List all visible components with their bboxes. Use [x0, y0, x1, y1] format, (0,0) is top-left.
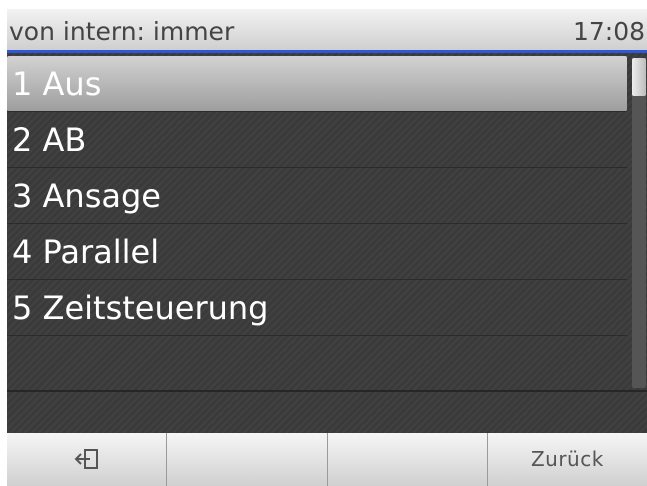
list-item-zeitsteuerung[interactable]: 5 Zeitsteuerung [7, 280, 627, 336]
divider [7, 390, 647, 392]
exit-icon [74, 449, 98, 469]
back-button-label: Zurück [530, 447, 604, 471]
list-item-aus[interactable]: 1 Aus [7, 56, 627, 112]
clock-time: 17:08 [572, 17, 645, 46]
scrollbar[interactable] [632, 58, 646, 388]
scrollbar-thumb[interactable] [632, 58, 646, 96]
list-item-ansage[interactable]: 3 Ansage [7, 168, 627, 224]
softkey-bar: Zurück [7, 433, 647, 486]
header-title: von intern: immer [9, 17, 235, 46]
list-item-parallel[interactable]: 4 Parallel [7, 224, 627, 280]
list-item-label: 2 AB [12, 121, 87, 159]
list-item-ab[interactable]: 2 AB [7, 112, 627, 168]
back-button[interactable]: Zurück [487, 433, 647, 486]
phone-display: von intern: immer 17:08 1 Aus 2 AB 3 Ans… [0, 0, 647, 486]
list-item-label: 5 Zeitsteuerung [12, 289, 269, 327]
status-header: von intern: immer 17:08 [7, 9, 647, 53]
list-item-empty [7, 336, 627, 392]
list-item-label: 1 Aus [12, 65, 102, 103]
list-item-label: 3 Ansage [12, 177, 161, 215]
softkey-3[interactable] [327, 433, 488, 486]
softkey-2[interactable] [167, 433, 328, 486]
list-item-label: 4 Parallel [12, 233, 160, 271]
softkey-exit[interactable] [7, 433, 168, 486]
menu-list: 1 Aus 2 AB 3 Ansage 4 Parallel 5 Zeitste… [7, 53, 647, 433]
